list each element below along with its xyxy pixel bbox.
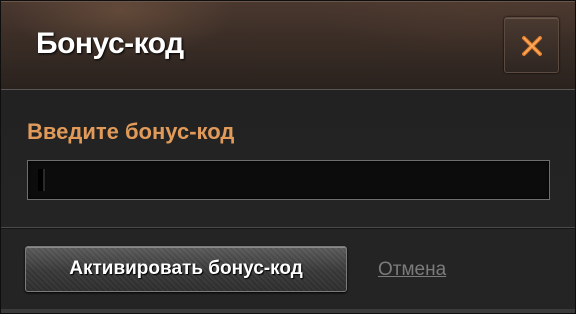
close-x-icon: [522, 36, 542, 56]
footer-divider: [1, 227, 575, 228]
activate-bonus-code-button[interactable]: Активировать бонус-код: [25, 246, 347, 292]
dialog-header: Бонус-код: [1, 1, 575, 90]
close-button[interactable]: [504, 17, 559, 73]
text-cursor: [38, 169, 45, 191]
dialog-body: [1, 90, 575, 227]
bonus-code-input[interactable]: [27, 160, 550, 200]
bonus-code-dialog: Бонус-код Введите бонус-код Активировать…: [0, 0, 576, 314]
dialog-bottom-edge: [1, 309, 575, 313]
dialog-title: Бонус-код: [36, 27, 184, 60]
bonus-code-prompt-label: Введите бонус-код: [27, 119, 235, 144]
cancel-link[interactable]: Отмена: [378, 259, 446, 281]
